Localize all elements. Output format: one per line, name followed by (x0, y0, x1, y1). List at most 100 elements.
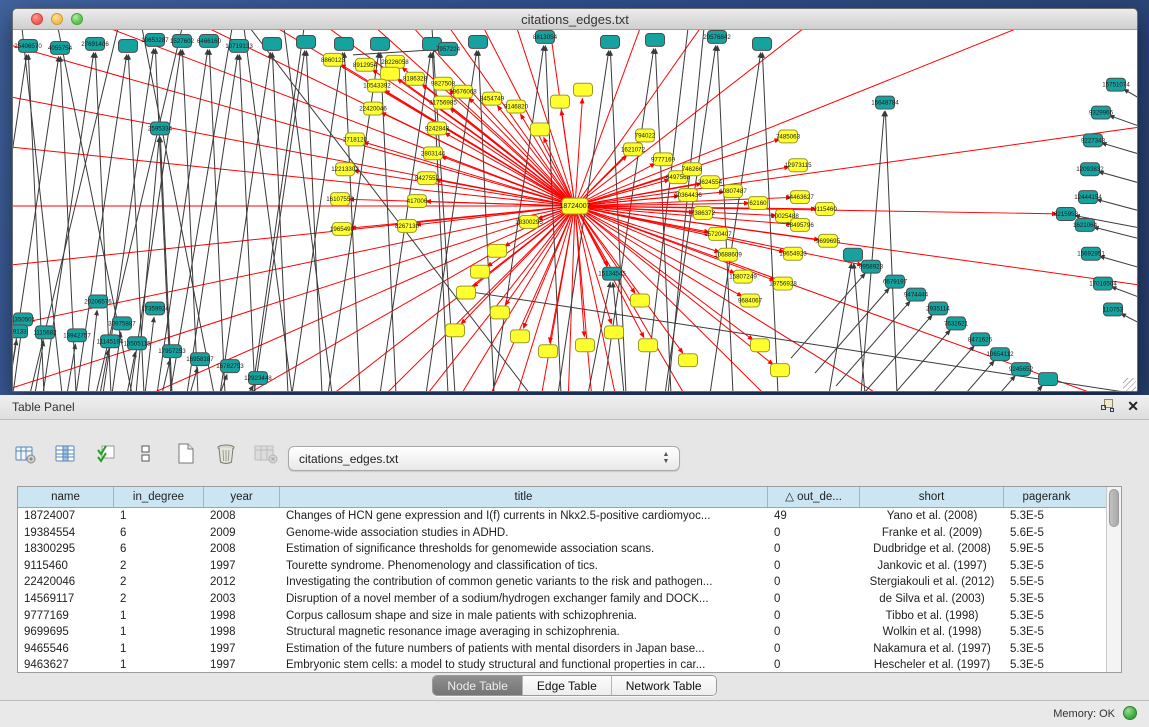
citation-edge-red[interactable] (13, 30, 575, 206)
citation-edge-black[interactable] (791, 273, 865, 358)
network-node[interactable] (471, 265, 490, 278)
table-row[interactable]: 1456911722003Disruption of a novel membe… (18, 591, 1106, 608)
network-node[interactable] (753, 37, 772, 50)
tab-node-table[interactable]: Node Table (433, 676, 523, 695)
table-scrollbar-thumb[interactable] (1109, 489, 1119, 527)
citation-edge-red[interactable] (530, 206, 575, 392)
citation-edge-black[interactable] (1102, 143, 1137, 154)
citation-edge-black[interactable] (1111, 287, 1137, 298)
citation-edge-black[interactable] (272, 53, 288, 392)
table-row[interactable]: 1938455462009Genome-wide association stu… (18, 525, 1106, 542)
network-node[interactable] (457, 286, 476, 299)
network-node[interactable] (335, 37, 354, 50)
citation-edge-black[interactable] (209, 50, 225, 392)
network-node[interactable] (639, 339, 658, 352)
column-header-title[interactable]: title (280, 487, 768, 507)
network-node[interactable] (844, 248, 863, 261)
column-header-short[interactable]: short (860, 487, 1004, 507)
table-row[interactable]: 2242004622012Investigating the contribut… (18, 574, 1106, 591)
table-row[interactable]: 1830029562008Estimation of significance … (18, 541, 1106, 558)
citation-edge-black[interactable] (1097, 199, 1137, 211)
float-panel-icon[interactable] (1101, 399, 1115, 413)
citation-edge-red[interactable] (450, 108, 575, 206)
citation-edge-red[interactable] (13, 30, 575, 206)
citation-edge-red[interactable] (13, 30, 575, 206)
import-table-icon[interactable] (254, 442, 278, 466)
table-selector-dropdown[interactable]: citations_edges.txt ▲▼ (288, 446, 680, 471)
citation-edge-black[interactable] (876, 330, 950, 392)
table-scrollbar[interactable] (1106, 487, 1121, 672)
table-settings-icon[interactable] (14, 442, 38, 466)
network-node[interactable] (488, 244, 507, 257)
network-node[interactable] (601, 35, 620, 48)
tab-edge-table[interactable]: Edge Table (523, 676, 612, 695)
network-node[interactable] (1039, 373, 1058, 386)
citation-edge-black[interactable] (28, 55, 44, 392)
network-node[interactable] (381, 67, 400, 80)
citation-edge-black[interactable] (1121, 314, 1137, 324)
network-node[interactable] (631, 294, 650, 307)
network-node[interactable] (771, 364, 790, 377)
citation-edge-black[interactable] (182, 50, 198, 392)
citation-edge-red[interactable] (13, 30, 575, 206)
citation-edge-red[interactable] (13, 30, 575, 206)
citation-edge-black[interactable] (1094, 227, 1137, 239)
table-row[interactable]: 911546021997Tourette syndrome. Phenomeno… (18, 558, 1106, 575)
column-header-in_degree[interactable]: in_degree (114, 487, 204, 507)
citation-edge-black[interactable] (190, 368, 198, 392)
citation-edge-black[interactable] (145, 317, 154, 392)
citation-edge-red[interactable] (575, 206, 1137, 392)
table-row[interactable]: 977716911998Corpus callosum shape and si… (18, 608, 1106, 625)
citation-edge-black[interactable] (941, 376, 1015, 392)
show-columns-icon[interactable] (54, 442, 78, 466)
network-node[interactable] (446, 324, 465, 337)
network-graph[interactable]: 1872400725406570405575427691406106532871… (13, 30, 1137, 392)
network-node[interactable] (531, 123, 550, 136)
row-options-icon[interactable] (134, 442, 158, 466)
citation-edge-red[interactable] (173, 30, 575, 206)
tab-network-table[interactable]: Network Table (612, 676, 716, 695)
citation-edge-black[interactable] (462, 291, 1137, 392)
column-header-name[interactable]: name (18, 487, 114, 507)
column-header-out_de[interactable]: △ out_de... (768, 487, 860, 507)
network-node[interactable] (576, 339, 595, 352)
network-node[interactable] (605, 326, 624, 339)
citation-edge-black[interactable] (1099, 172, 1137, 184)
citation-edge-red[interactable] (13, 30, 575, 206)
citation-edge-black[interactable] (306, 51, 322, 392)
citation-edge-black[interactable] (88, 310, 97, 392)
citation-edge-black[interactable] (900, 346, 974, 392)
network-node[interactable] (539, 345, 558, 358)
network-node[interactable] (263, 37, 282, 50)
create-table-icon[interactable] (174, 442, 198, 466)
network-node[interactable] (469, 35, 488, 48)
citation-edge-red[interactable] (13, 30, 575, 206)
citation-edge-black[interactable] (854, 264, 865, 392)
citation-edge-red[interactable] (575, 206, 1137, 392)
network-node[interactable] (551, 95, 570, 108)
citation-edge-black[interactable] (885, 112, 897, 392)
network-node[interactable] (574, 83, 593, 96)
citation-edge-black[interactable] (1109, 116, 1137, 127)
table-row[interactable]: 946554611997Estimation of the future num… (18, 641, 1106, 658)
delete-table-icon[interactable] (214, 442, 238, 466)
citation-edge-red[interactable] (575, 206, 1137, 392)
network-node[interactable] (491, 306, 510, 319)
network-node[interactable] (371, 37, 390, 50)
close-panel-icon[interactable]: ✕ (1127, 399, 1139, 413)
citation-edge-black[interactable] (815, 288, 889, 373)
citation-edge-black[interactable] (239, 55, 255, 392)
citation-edge-red[interactable] (575, 206, 1137, 392)
network-node[interactable] (679, 354, 698, 367)
network-window-titlebar[interactable]: citations_edges.txt (13, 9, 1137, 30)
citation-edge-black[interactable] (254, 51, 305, 392)
column-header-pagerank[interactable]: pagerank (1004, 487, 1089, 507)
citation-edge-red[interactable] (13, 30, 575, 206)
citation-edge-red[interactable] (13, 30, 575, 206)
citation-edge-black[interactable] (220, 53, 271, 392)
network-node[interactable] (119, 39, 138, 52)
citation-edge-black[interactable] (1124, 89, 1137, 98)
citation-edge-black[interactable] (861, 112, 884, 392)
resize-grip[interactable] (1123, 378, 1136, 391)
select-columns-icon[interactable] (94, 442, 118, 466)
